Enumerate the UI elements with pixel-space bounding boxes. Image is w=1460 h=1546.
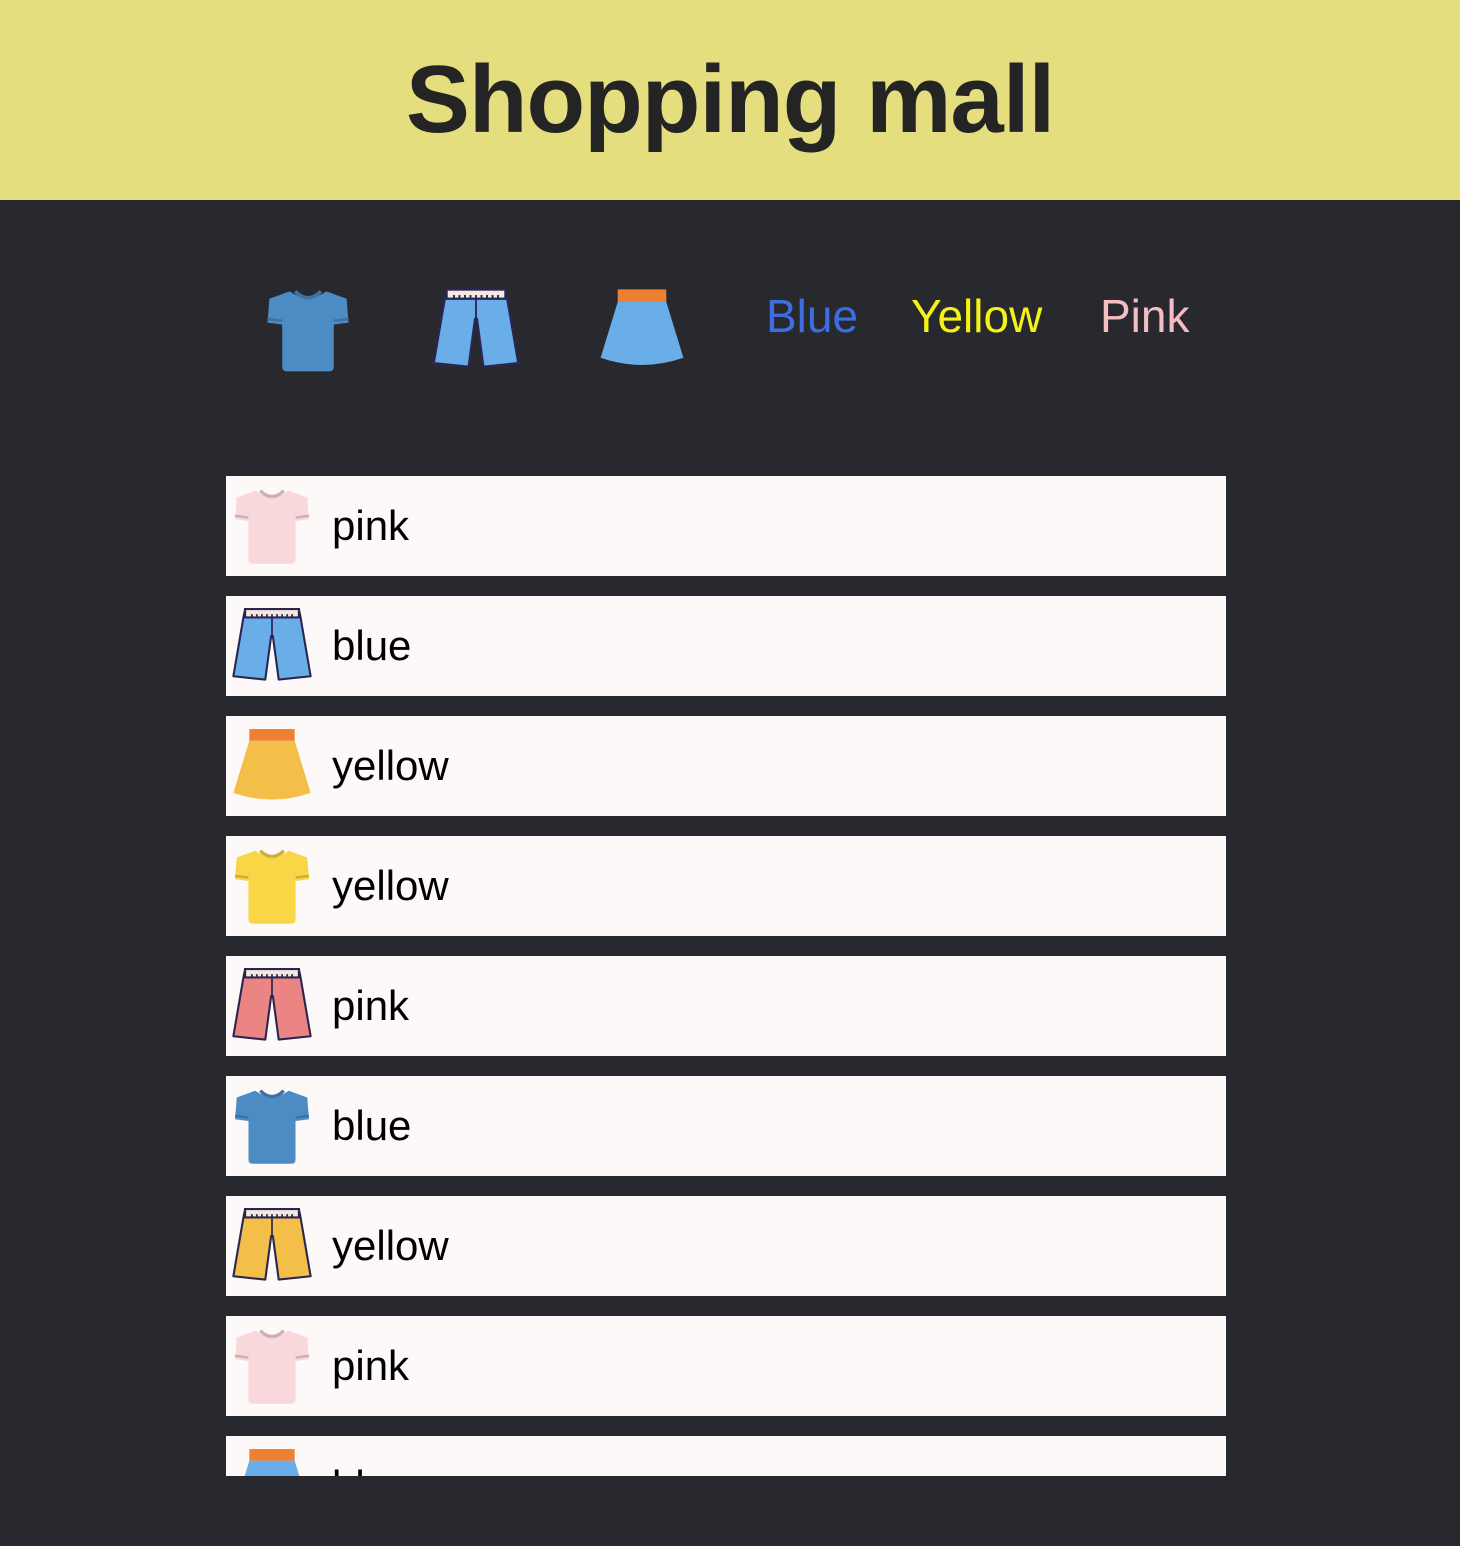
tshirt-icon (234, 849, 310, 924)
product-color-label: pink (332, 502, 410, 549)
product-list: pink blue yellow yellow pink blue yellow pink bl… (226, 476, 1226, 1476)
skirt-filter-button[interactable] (590, 284, 694, 374)
pants-icon (232, 1207, 312, 1281)
product-color-label: blue (332, 622, 412, 669)
product-list-item[interactable]: yellow (226, 836, 1226, 936)
pants-filter-button[interactable] (426, 284, 526, 376)
pants-icon (232, 967, 312, 1041)
product-color-label: yellow (332, 862, 449, 909)
blue-filter-button[interactable]: Blue (766, 290, 858, 342)
product-list-item[interactable]: yellow (226, 716, 1226, 816)
tshirt-icon (234, 1089, 310, 1164)
product-color-label: pink (332, 1342, 410, 1389)
product-list-item[interactable]: pink (226, 1316, 1226, 1416)
product-list-viewport[interactable]: pink blue yellow yellow pink blue yellow pink bl… (226, 476, 1226, 1476)
pants-icon (232, 607, 312, 681)
pink-filter-button[interactable]: Pink (1100, 290, 1189, 342)
skirt-icon (233, 729, 311, 800)
product-list-item[interactable]: pink (226, 476, 1226, 576)
tshirt-filter-button[interactable] (256, 284, 360, 376)
product-color-label: blue (332, 1102, 412, 1149)
tshirt-icon (234, 1329, 310, 1404)
product-color-label: yellow (332, 1222, 449, 1269)
product-list-item[interactable]: blue (226, 1076, 1226, 1176)
pants-icon (432, 288, 520, 368)
product-list-item[interactable]: pink (226, 956, 1226, 1056)
product-list-item[interactable]: blue (226, 596, 1226, 696)
skirt-icon (600, 289, 684, 365)
product-color-label: blue (332, 1462, 411, 1476)
page-title: Shopping mall (405, 46, 1055, 153)
tshirt-icon (267, 290, 349, 372)
product-color-label: pink (332, 982, 410, 1029)
product-color-label: yellow (332, 742, 449, 789)
skirt-icon (244, 1449, 300, 1476)
filter-bar: Blue Yellow Pink (0, 280, 1460, 380)
product-list-item[interactable]: yellow (226, 1196, 1226, 1296)
tshirt-icon (234, 489, 310, 564)
product-list-item[interactable]: blue (226, 1436, 1226, 1476)
yellow-filter-button[interactable]: Yellow (911, 290, 1042, 342)
app-header: Shopping mall (0, 0, 1460, 200)
